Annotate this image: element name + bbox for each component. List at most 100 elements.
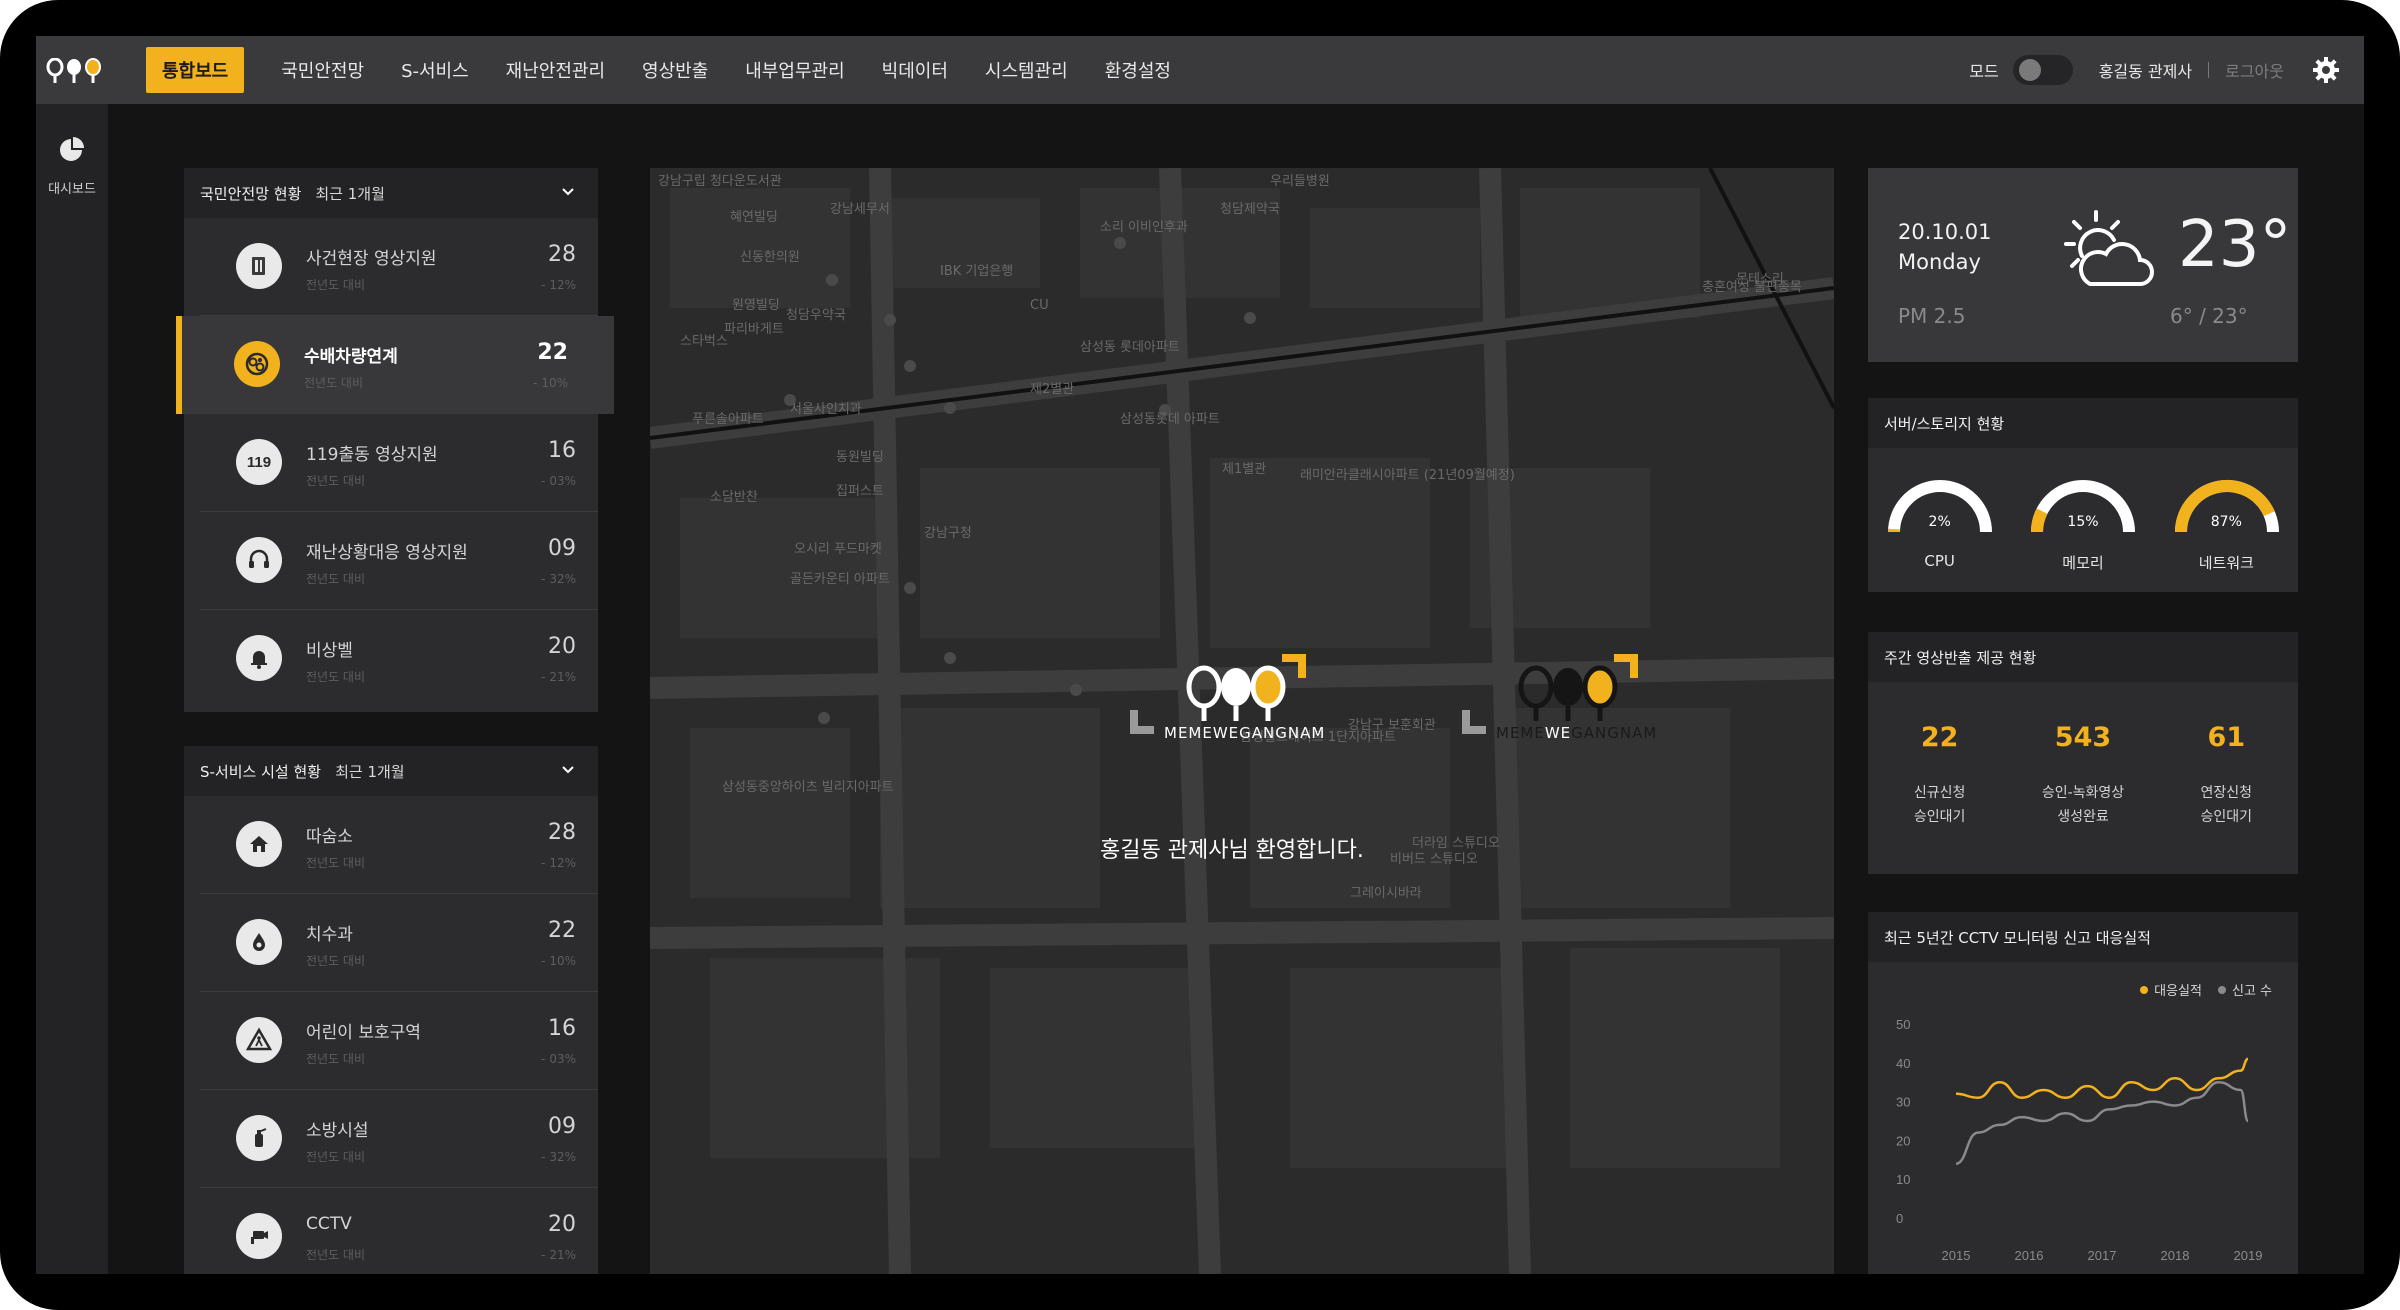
list-item[interactable]: 치수과 전년도 대비 22 - 10% — [200, 894, 598, 992]
list-item[interactable]: 119 119출동 영상지원 전년도 대비 16 - 03% — [200, 414, 598, 512]
map-place-label: 강남구청 — [924, 526, 972, 541]
x-tick-label: 2016 — [2015, 1248, 2044, 1263]
item-compare: 전년도 대비 — [306, 856, 366, 870]
panel-title: S-서비스 시설 현황 — [200, 762, 322, 781]
item-percent: - 32% — [541, 572, 576, 586]
item-name: 치수과 — [306, 925, 353, 945]
map-place-label: IBK 기업은행 — [940, 264, 1014, 279]
water-drop-icon — [236, 919, 282, 965]
nav-item-dashboard[interactable]: 통합보드 — [146, 47, 245, 93]
nav-item-public-safety[interactable]: 국민안전망 — [281, 57, 364, 83]
headset-icon — [236, 537, 282, 583]
cpu-gauge: 2% CPU — [1868, 448, 2011, 592]
gear-icon[interactable] — [2312, 56, 2340, 84]
map-place-label: 오시리 푸드마켓 — [794, 542, 882, 557]
device-frame: 통합보드 국민안전망 S-서비스 재난안전관리 영상반출 내부업무관리 빅데이터… — [0, 0, 2400, 1310]
item-value: 20 — [548, 634, 576, 659]
item-compare: 전년도 대비 — [306, 1052, 366, 1066]
item-value: 09 — [548, 536, 576, 561]
cctv-response-panel: 최근 5년간 CCTV 모니터링 신고 대응실적 대응실적 신고 수 0 10 20… — [1868, 912, 2298, 1274]
stat-value: 61 — [2207, 722, 2246, 753]
series-line-response — [1955, 1057, 2249, 1099]
chevron-down-icon[interactable] — [560, 184, 576, 200]
logo-text: MEMEWEGANGNAM — [1164, 724, 1326, 742]
x-tick-label: 2015 — [1942, 1248, 1971, 1263]
mode-toggle[interactable] — [2012, 55, 2073, 85]
y-tick-label: 50 — [1896, 1017, 1910, 1032]
item-compare: 전년도 대비 — [306, 1150, 366, 1164]
item-name: 따숨소 — [306, 827, 353, 847]
fire-extinguisher-icon — [236, 1115, 282, 1161]
sidebar-item-label: 대시보드 — [48, 182, 96, 197]
panel-header[interactable]: 국민안전망 현황 최근 1개월 — [184, 168, 598, 218]
y-tick-label: 30 — [1896, 1095, 1910, 1110]
main-nav: 통합보드 국민안전망 S-서비스 재난안전관리 영상반출 내부업무관리 빅데이터… — [146, 47, 1208, 93]
item-name: CCTV — [306, 1214, 352, 1234]
nav-item-s-service[interactable]: S-서비스 — [401, 57, 469, 83]
nav-item-big-data[interactable]: 빅데이터 — [882, 57, 948, 83]
list-item[interactable]: 소방시설 전년도 대비 09 - 32% — [200, 1090, 598, 1188]
map-place-label: 소리 이비인후과 — [1100, 220, 1188, 235]
item-percent: - 10% — [533, 376, 568, 390]
network-gauge: 87% 네트워크 — [2155, 448, 2298, 592]
list-item[interactable]: 재난상황대응 영상지원 전년도 대비 09 - 32% — [200, 512, 598, 610]
logout-link[interactable]: 로그아웃 — [2225, 58, 2284, 82]
panel-period: 최근 1개월 — [315, 184, 385, 203]
item-compare: 전년도 대비 — [306, 1248, 366, 1262]
panel-header[interactable]: S-서비스 시설 현황 최근 1개월 — [184, 746, 598, 796]
item-compare: 전년도 대비 — [304, 376, 364, 390]
panel-header: 최근 5년간 CCTV 모니터링 신고 대응실적 — [1868, 912, 2298, 962]
panel-header: 서버/스토리지 현황 — [1868, 398, 2298, 448]
mode-label: 모드 — [1969, 62, 1999, 81]
weather-range: 6° / 23° — [2170, 304, 2248, 328]
stat-label: 신규신청 — [1913, 785, 1966, 801]
list-item[interactable]: CCTV 전년도 대비 20 - 21% — [200, 1188, 598, 1274]
chevron-down-icon[interactable] — [560, 762, 576, 778]
safety-status-panel: 국민안전망 현황 최근 1개월 사건현장 영상지원 전년도 대비 28 - 12… — [176, 168, 614, 712]
list-item[interactable]: 비상벨 전년도 대비 20 - 21% — [200, 610, 598, 708]
stat-value: 543 — [2054, 722, 2112, 753]
map-view[interactable]: 강남구립 청다운도서관 강남세무서 소리 이비인후과 청담제약국 우리들병원 혜연빌딩 신동… — [650, 168, 1834, 1274]
map-place-label: 골든카운티 아파트 — [790, 572, 890, 587]
list-item[interactable]: 수배차량연계 전년도 대비 22 - 10% — [176, 316, 614, 414]
item-name: 재난상황대응 영상지원 — [306, 543, 468, 563]
map-place-label: 강남세무서 — [830, 202, 890, 217]
nav-item-disaster-safety[interactable]: 재난안전관리 — [506, 57, 605, 83]
stat-extension-requests[interactable]: 61 연장신청 승인대기 — [2155, 682, 2298, 874]
nav-item-system-admin[interactable]: 시스템관리 — [985, 57, 1068, 83]
list-item[interactable]: 어린이 보호구역 전년도 대비 16 - 03% — [200, 992, 598, 1090]
map-place-label: 제1별관 — [1222, 462, 1267, 477]
map-place-label: 소담반찬 — [710, 490, 758, 505]
logo-icon — [1462, 654, 1638, 734]
item-name: 비상벨 — [306, 641, 353, 661]
map-place-label: 청담제약국 — [1220, 202, 1280, 217]
y-tick-label: 20 — [1896, 1133, 1910, 1148]
chart-area: 대응실적 신고 수 0 10 20 30 40 50 2015 2016 2017 2018 201… — [1868, 962, 2298, 1274]
item-percent: - 03% — [541, 1052, 576, 1066]
gauge-value: 87% — [2210, 514, 2242, 530]
y-tick-label: 0 — [1896, 1211, 1903, 1226]
item-value: 22 — [537, 340, 568, 365]
gauge-label: CPU — [1924, 552, 1955, 570]
list-item[interactable]: 따숨소 전년도 대비 28 - 12% — [200, 796, 598, 894]
map-place-label: 래미안라클래시아파트 (21년09월예정) — [1300, 468, 1515, 483]
item-value: 28 — [548, 242, 576, 267]
app-screen: 통합보드 국민안전망 S-서비스 재난안전관리 영상반출 내부업무관리 빅데이터… — [36, 36, 2364, 1274]
nav-item-internal-work[interactable]: 내부업무관리 — [745, 57, 844, 83]
logo-text-part: GANGNAM — [1571, 724, 1658, 742]
logo-icon[interactable] — [46, 58, 106, 84]
nav-item-settings[interactable]: 환경설정 — [1105, 57, 1171, 83]
server-storage-panel: 서버/스토리지 현황 2% CPU 15% 메모리 87% 네트워크 — [1868, 398, 2298, 592]
stat-approved-recordings[interactable]: 543 승인-녹화영상 생성완료 — [2011, 682, 2154, 874]
list-item[interactable]: 사건현장 영상지원 전년도 대비 28 - 12% — [200, 218, 598, 316]
x-tick-label: 2019 — [2234, 1248, 2263, 1263]
item-name: 119출동 영상지원 — [306, 445, 438, 465]
item-value: 09 — [548, 1114, 576, 1139]
panel-title: 최근 5년간 CCTV 모니터링 신고 대응실적 — [1884, 928, 2151, 947]
service-facility-panel: S-서비스 시설 현황 최근 1개월 따숨소 전년도 대비 28 - 12% 치… — [184, 746, 598, 1274]
stat-new-requests[interactable]: 22 신규신청 승인대기 — [1868, 682, 2011, 874]
map-place-label: 삼성동중앙하이츠 빌리지아파트 — [722, 780, 894, 795]
nav-item-video-export[interactable]: 영상반출 — [642, 57, 708, 83]
weather-widget: 20.10.01 Monday PM 2.5 23° 6° / 23° — [1868, 168, 2298, 362]
user-area: 모드 홍길동 관제사 로그아웃 — [1969, 52, 2340, 88]
